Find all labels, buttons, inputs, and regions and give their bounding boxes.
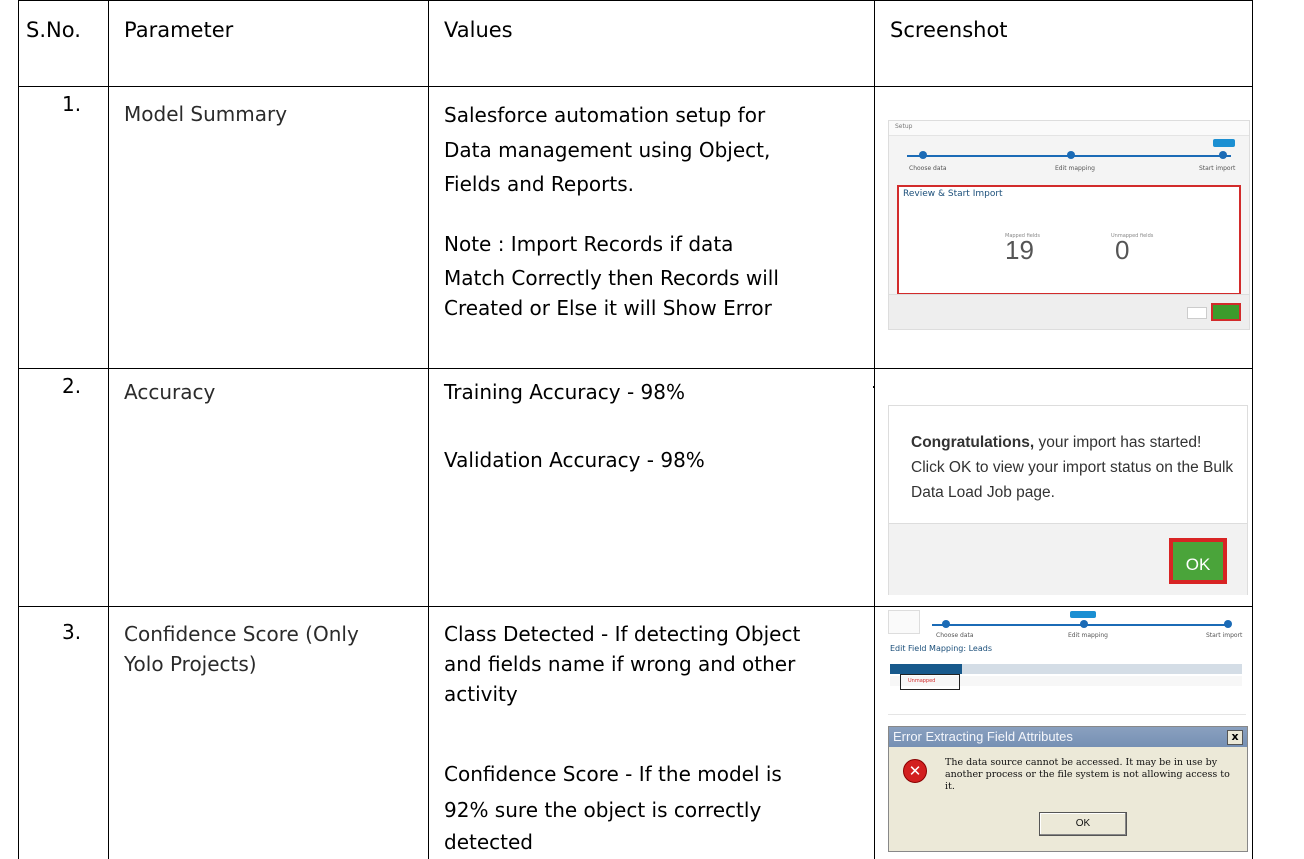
table-border-right bbox=[1252, 0, 1253, 859]
row-3-value-line: detected bbox=[444, 830, 533, 854]
step-label: Edit mapping bbox=[1055, 165, 1095, 172]
screenshot-edit-field-mapping: Choose data Edit mapping Start import Ed… bbox=[888, 608, 1246, 715]
table-col-divider-2 bbox=[428, 0, 429, 859]
dialog-message-rest: your import has started! bbox=[1034, 434, 1202, 451]
dialog-message-line2: Click OK to view your import status on t… bbox=[911, 459, 1234, 476]
row-2-parameter: Accuracy bbox=[124, 380, 216, 404]
error-ok-button[interactable]: OK bbox=[1039, 812, 1127, 836]
dialog-message-bold: Congratulations, bbox=[911, 434, 1035, 451]
header-values: Values bbox=[444, 18, 513, 42]
row-3-value-line: and fields name if wrong and other bbox=[444, 652, 796, 676]
setup-topbar: Setup bbox=[889, 121, 1249, 136]
screenshot-error-dialog: Error Extracting Field Attributes x ✕ Th… bbox=[888, 726, 1248, 852]
mapped-count: 19 bbox=[1005, 235, 1034, 265]
screenshot-import-started: Congratulations, your import has started… bbox=[888, 405, 1248, 595]
dialog-message: Congratulations, your import has started… bbox=[911, 430, 1241, 505]
progress-dot bbox=[1067, 151, 1075, 159]
progress-dot bbox=[1224, 620, 1232, 628]
review-title: Review & Start Import bbox=[903, 189, 1003, 199]
row-1-value-line: Match Correctly then Records will bbox=[444, 266, 779, 290]
progress-track bbox=[932, 624, 1226, 626]
mapping-table-header bbox=[890, 664, 1242, 674]
header-sno: S.No. bbox=[26, 18, 81, 42]
dialog-titlebar: Error Extracting Field Attributes x bbox=[889, 727, 1247, 747]
table-row-divider-2 bbox=[18, 606, 1253, 607]
row-2-value-line: Validation Accuracy - 98% bbox=[444, 448, 705, 472]
close-icon[interactable]: x bbox=[1227, 730, 1243, 745]
stray-dot bbox=[873, 386, 875, 388]
review-panel: Review & Start Import Mapped fields Unma… bbox=[897, 185, 1241, 295]
dialog-body: Congratulations, your import has started… bbox=[888, 405, 1248, 524]
row-2-value-line: Training Accuracy - 98% bbox=[444, 380, 685, 404]
error-icon: ✕ bbox=[903, 759, 927, 783]
row-1-parameter: Model Summary bbox=[124, 102, 288, 126]
progress-dot bbox=[919, 151, 927, 159]
table-col-divider-1 bbox=[108, 0, 109, 859]
table-header-divider bbox=[18, 86, 1253, 87]
dialog-message-line3: Data Load Job page. bbox=[911, 484, 1055, 501]
mapping-table-header-highlight bbox=[890, 664, 962, 674]
row-3-value-line: activity bbox=[444, 682, 518, 706]
step-badge bbox=[1070, 611, 1096, 618]
step-label: Choose data bbox=[909, 165, 947, 172]
row-1-sno: 1. bbox=[62, 92, 82, 116]
ok-button[interactable]: OK bbox=[1169, 538, 1227, 584]
dialog-title: Error Extracting Field Attributes bbox=[893, 729, 1073, 744]
error-message: The data source cannot be accessed. It m… bbox=[945, 757, 1230, 792]
table-border-left bbox=[18, 0, 19, 859]
row-3-parameter-line: Yolo Projects) bbox=[124, 652, 257, 676]
mapping-title: Edit Field Mapping: Leads bbox=[890, 644, 992, 653]
row-1-value-line: Fields and Reports. bbox=[444, 172, 634, 196]
row-3-sno: 3. bbox=[62, 620, 82, 644]
row-1-value-line: Data management using Object, bbox=[444, 138, 771, 162]
row-3-value-line: 92% sure the object is correctly bbox=[444, 798, 762, 822]
row-1-value-line: Created or Else it will Show Error bbox=[444, 296, 772, 320]
header-screenshot: Screenshot bbox=[890, 18, 1008, 42]
step-label: Edit mapping bbox=[1068, 632, 1108, 639]
row-3-parameter-line: Confidence Score (Only bbox=[124, 622, 359, 646]
unmapped-count: 0 bbox=[1115, 235, 1130, 265]
highlight-box bbox=[900, 674, 960, 690]
screenshot-review-start-import: Setup Choose data Edit mapping Start imp… bbox=[888, 120, 1250, 330]
table-row-divider-1 bbox=[18, 368, 1253, 369]
row-2-sno: 2. bbox=[62, 374, 82, 398]
row-1-value-line: Salesforce automation setup for bbox=[444, 103, 766, 127]
step-label: Choose data bbox=[936, 632, 974, 639]
row-3-value-line: Class Detected - If detecting Object bbox=[444, 622, 801, 646]
header-parameter: Parameter bbox=[124, 18, 234, 42]
progress-dot bbox=[942, 620, 950, 628]
footer-bar bbox=[889, 294, 1249, 329]
previous-button[interactable] bbox=[1187, 307, 1207, 319]
row-1-value-line: Note : Import Records if data bbox=[444, 232, 734, 256]
dialog-footer: OK bbox=[888, 523, 1248, 595]
salesforce-logo bbox=[888, 610, 920, 634]
table-border-top bbox=[18, 0, 1253, 1]
setup-nav-label: Setup bbox=[895, 123, 913, 130]
step-badge bbox=[1213, 139, 1235, 147]
row-3-value-line: Confidence Score - If the model is bbox=[444, 762, 782, 786]
step-label: Start import bbox=[1199, 165, 1236, 172]
step-label: Start import bbox=[1206, 632, 1243, 639]
start-import-button[interactable] bbox=[1211, 303, 1241, 321]
progress-dot bbox=[1219, 151, 1227, 159]
table-col-divider-3 bbox=[874, 0, 875, 859]
progress-dot bbox=[1080, 620, 1088, 628]
